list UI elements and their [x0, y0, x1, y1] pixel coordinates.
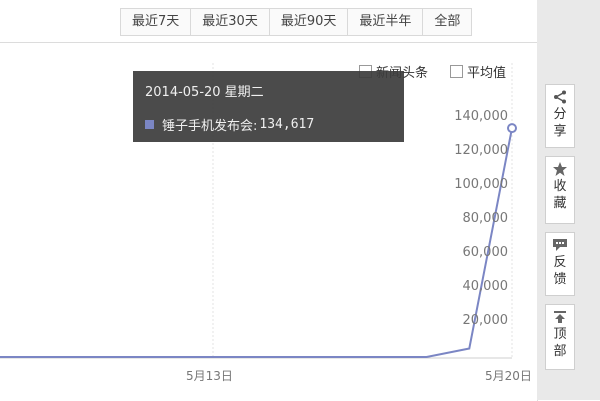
y-tick-label: 20,000 [462, 313, 509, 328]
legend-average[interactable]: 平均值 [450, 62, 506, 81]
back-to-top-button[interactable]: 顶部 [545, 304, 575, 370]
feedback-label: 反馈 [553, 255, 567, 287]
checkbox-icon[interactable] [450, 65, 463, 78]
favorite-label: 收藏 [553, 179, 567, 211]
side-tool-strip: 分享 收藏 反馈 顶部 [537, 0, 600, 400]
y-tick-label: 120,000 [454, 143, 508, 158]
range-tab-7d[interactable]: 最近7天 [121, 9, 192, 35]
share-label: 分享 [553, 107, 567, 139]
star-icon [552, 160, 568, 178]
tooltip-series-label: 锤子手机发布会: [162, 119, 258, 134]
tooltip-date: 2014-05-20 星期二 [145, 85, 264, 100]
y-tick-label: 140,000 [454, 109, 508, 124]
back-to-top-label: 顶部 [553, 327, 567, 359]
y-tick-label: 80,000 [462, 211, 509, 226]
feedback-button[interactable]: 反馈 [545, 232, 575, 296]
data-tooltip: 2014-05-20 星期二 锤子手机发布会: 134,617 [133, 71, 404, 142]
x-tick-label: 5月20日 [485, 369, 532, 383]
share-button[interactable]: 分享 [545, 84, 575, 148]
tooltip-series-row: 锤子手机发布会: 134,617 [145, 115, 314, 134]
range-tab-30d[interactable]: 最近30天 [191, 9, 270, 35]
time-range-tabs: 最近7天 最近30天 最近90天 最近半年 全部 [120, 8, 473, 36]
y-tick-label: 60,000 [462, 245, 509, 260]
to-top-icon [553, 308, 567, 326]
share-icon [553, 88, 567, 106]
y-tick-label: 100,000 [454, 177, 508, 192]
range-tab-all[interactable]: 全部 [423, 9, 471, 35]
y-tick-label: 40,000 [462, 279, 509, 294]
tooltip-value: 134,617 [259, 117, 315, 132]
data-point-highlight[interactable] [507, 123, 517, 134]
legend-label-average: 平均值 [467, 66, 507, 81]
favorite-button[interactable]: 收藏 [545, 156, 575, 224]
feedback-icon [552, 236, 568, 254]
x-tick-label: 5月13日 [186, 369, 233, 383]
range-tab-half-year[interactable]: 最近半年 [348, 9, 424, 35]
range-tab-90d[interactable]: 最近90天 [270, 9, 349, 35]
series-swatch-icon [145, 120, 154, 129]
